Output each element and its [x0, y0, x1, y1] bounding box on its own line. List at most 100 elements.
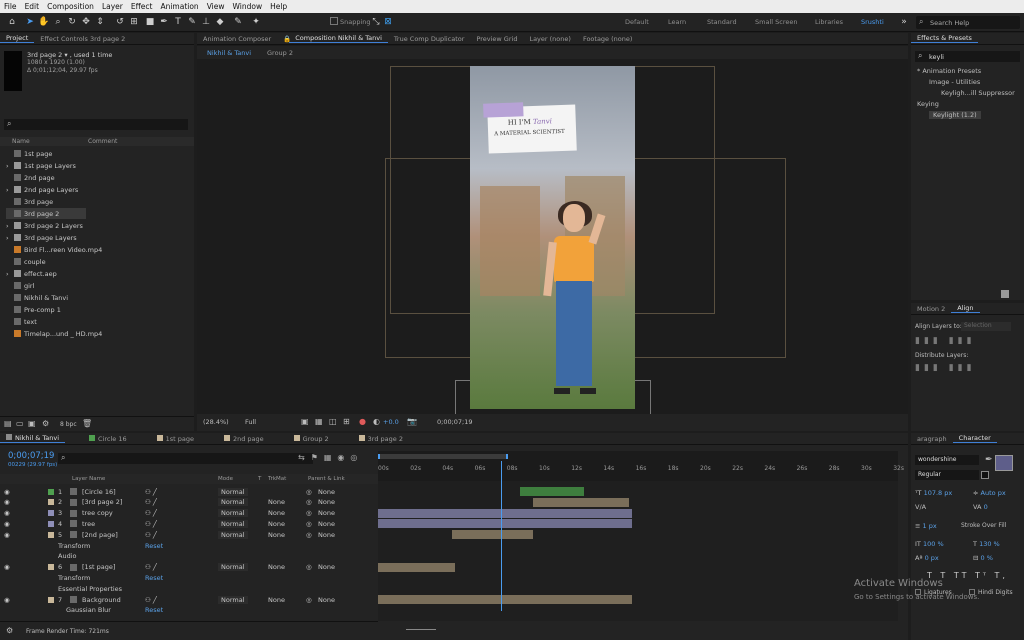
hand-tool-icon[interactable]: ✋ — [38, 16, 50, 28]
snapping-checkbox[interactable] — [330, 17, 338, 25]
color-channel-icon[interactable]: ● — [359, 417, 366, 426]
parent-pickwhip-icon[interactable]: ◎ — [306, 498, 312, 506]
workspace-default[interactable]: Default — [625, 18, 649, 26]
layer-name[interactable]: [2nd page] — [82, 531, 118, 539]
new-comp-icon[interactable]: ▣ — [28, 419, 36, 428]
tab-true-comp-duplicator[interactable]: True Comp Duplicator — [388, 35, 471, 43]
eyedropper-icon[interactable]: ✒ — [985, 455, 993, 465]
tab-character[interactable]: Character — [952, 434, 997, 443]
project-item[interactable]: Timelap...und _ HD.mp4 — [6, 328, 184, 339]
workspace-small-screen[interactable]: Small Screen — [755, 18, 797, 26]
stroke-color-swatch[interactable] — [981, 471, 989, 479]
parent-select[interactable]: None — [318, 596, 335, 604]
project-item[interactable]: › 3rd page 2 Layers — [6, 220, 184, 231]
menu-item-effect[interactable]: Effect — [127, 2, 157, 11]
property-row[interactable]: Gaussian Blur Reset — [0, 605, 378, 616]
timeline-tab[interactable]: 1st page — [151, 434, 200, 443]
work-area-bar[interactable] — [378, 454, 508, 459]
blend-mode-select[interactable]: Normal — [218, 595, 248, 604]
layer-duration-bar[interactable] — [378, 595, 633, 604]
tsume-value[interactable]: 0 % — [981, 554, 993, 562]
project-item[interactable]: Bird Fl...reen Video.mp4 — [6, 244, 184, 255]
column-comment[interactable]: Comment — [88, 138, 117, 145]
visibility-eye-icon[interactable]: ◉ — [4, 531, 10, 539]
snap-icon[interactable]: ⤡ — [370, 16, 382, 28]
layer-row[interactable]: ◉ 4 tree ⚇ ╱ Normal None ◎ None — [0, 518, 378, 529]
layer-name[interactable]: [Circle 16] — [82, 488, 116, 496]
layer-row[interactable]: ◉ 1 [Circle 16] ⚇ ╱ Normal ◎ None — [0, 486, 378, 497]
parent-select[interactable]: None — [318, 509, 335, 517]
layer-row[interactable]: ◉ 6 [1st page] ⚇ ╱ Normal None ◎ None — [0, 562, 378, 573]
timeline-tab[interactable]: Nikhil & Tanvi — [0, 434, 66, 443]
time-ruler[interactable]: 00s 02s 04s 06s 08s 10s 12s 14s 16s 18s 20s 22s 24s 2… — [378, 451, 904, 481]
visibility-eye-icon[interactable]: ◉ — [4, 563, 10, 571]
track-matte-select[interactable]: None — [268, 520, 285, 528]
layer-duration-bar[interactable] — [378, 562, 456, 572]
parent-pickwhip-icon[interactable]: ◎ — [306, 531, 312, 539]
parent-select[interactable]: None — [318, 498, 335, 506]
eraser-tool-icon[interactable]: ◆ — [214, 16, 226, 28]
font-family-select[interactable]: wondershine — [915, 455, 979, 465]
new-folder-icon[interactable]: ▭ — [16, 419, 24, 428]
column-name[interactable]: Name — [12, 138, 30, 145]
baseline-value[interactable]: 0 px — [925, 554, 939, 562]
horizontal-scale-value[interactable]: 130 % — [979, 540, 1000, 548]
stroke-width-value[interactable]: 1 px — [923, 522, 937, 530]
tab-align[interactable]: Align — [951, 304, 980, 313]
puppet-pin-icon[interactable]: ✦ — [250, 16, 262, 28]
playhead[interactable] — [500, 461, 502, 611]
layer-switches-icon[interactable]: ⚇ ╱ — [145, 563, 157, 571]
label-color-swatch[interactable] — [48, 510, 54, 517]
clone-stamp-icon[interactable]: ⊥ — [200, 16, 212, 28]
layer-row[interactable]: ◉ 5 [2nd page] ⚇ ╱ Normal None ◎ None — [0, 529, 378, 540]
reset-link[interactable]: Reset — [145, 542, 163, 550]
stroke-type-select[interactable]: Stroke Over Fill — [961, 522, 1006, 529]
project-item[interactable]: › 2nd page Layers — [6, 184, 184, 195]
layer-name[interactable]: Background — [82, 596, 121, 604]
align-buttons[interactable]: ▮▮▮ ▮▮▮ — [915, 336, 976, 346]
project-item[interactable]: girl — [6, 280, 184, 291]
expand-arrow-icon[interactable]: › — [6, 222, 12, 230]
track-matte-select[interactable]: None — [268, 596, 285, 604]
layer-duration-bar[interactable] — [378, 519, 633, 529]
reset-link[interactable]: Reset — [145, 574, 163, 582]
project-item[interactable]: › 3rd page Layers — [6, 232, 184, 243]
visibility-eye-icon[interactable]: ◉ — [4, 488, 10, 496]
search-help-field[interactable]: ⌕ Search Help — [916, 16, 1020, 29]
tab-paragraph[interactable]: aragraph — [911, 435, 953, 443]
snapshot-icon[interactable]: 📷 — [407, 417, 417, 426]
exposure-icon[interactable]: ◐ — [373, 417, 380, 426]
crumb-group-2[interactable]: Group 2 — [267, 49, 293, 57]
blend-mode-select[interactable]: Normal — [218, 498, 248, 507]
layer-row[interactable]: ◉ 7 Background ⚇ ╱ Normal None ◎ None — [0, 594, 378, 605]
layer-name[interactable]: [3rd page 2] — [82, 498, 122, 506]
timeline-search-field[interactable]: ⌕ — [58, 453, 313, 464]
project-item[interactable]: Pre-comp 1 — [6, 304, 184, 315]
timeline-tab[interactable]: 3rd page 2 — [353, 434, 409, 443]
align-to-select[interactable]: Selection — [961, 322, 1011, 331]
distribute-buttons[interactable]: ▮▮▮ ▮▮▮ — [915, 363, 976, 373]
orbit-tool-icon[interactable]: ↻ — [66, 16, 78, 28]
effects-tree-item[interactable]: Image - Utilities — [929, 78, 980, 86]
reset-link[interactable]: Reset — [145, 606, 163, 614]
bpc-label[interactable]: 8 bpc — [60, 421, 77, 428]
parent-pickwhip-icon[interactable]: ◎ — [306, 596, 312, 604]
property-row[interactable]: Transform Reset — [0, 572, 378, 583]
rectangle-tool-icon[interactable]: ■ — [144, 16, 156, 28]
pen-tool-icon[interactable]: ✒ — [158, 16, 170, 28]
property-row[interactable]: Essential Properties — [0, 583, 378, 594]
tab-effect-controls[interactable]: Effect Controls 3rd page 2 — [34, 35, 131, 43]
timeline-switch-icons[interactable]: ⇆⚑▦◉◎ — [298, 453, 363, 462]
parent-pickwhip-icon[interactable]: ◎ — [306, 509, 312, 517]
project-item[interactable]: › 1st page Layers — [6, 160, 184, 171]
layer-name[interactable]: [1st page] — [82, 563, 115, 571]
fill-color-swatch[interactable] — [995, 455, 1013, 471]
new-preset-icon[interactable] — [1001, 290, 1009, 298]
layer-switches-icon[interactable]: ⚇ ╱ — [145, 531, 157, 539]
zoom-tool-icon[interactable]: ⌕ — [52, 16, 64, 28]
column-layer-name[interactable]: Layer Name — [72, 476, 105, 482]
track-matte-select[interactable]: None — [268, 563, 285, 571]
workspace-srushti[interactable]: Srushti — [861, 18, 884, 26]
leading-value[interactable]: Auto px — [981, 489, 1006, 497]
project-item[interactable]: Nikhil & Tanvi — [6, 292, 184, 303]
